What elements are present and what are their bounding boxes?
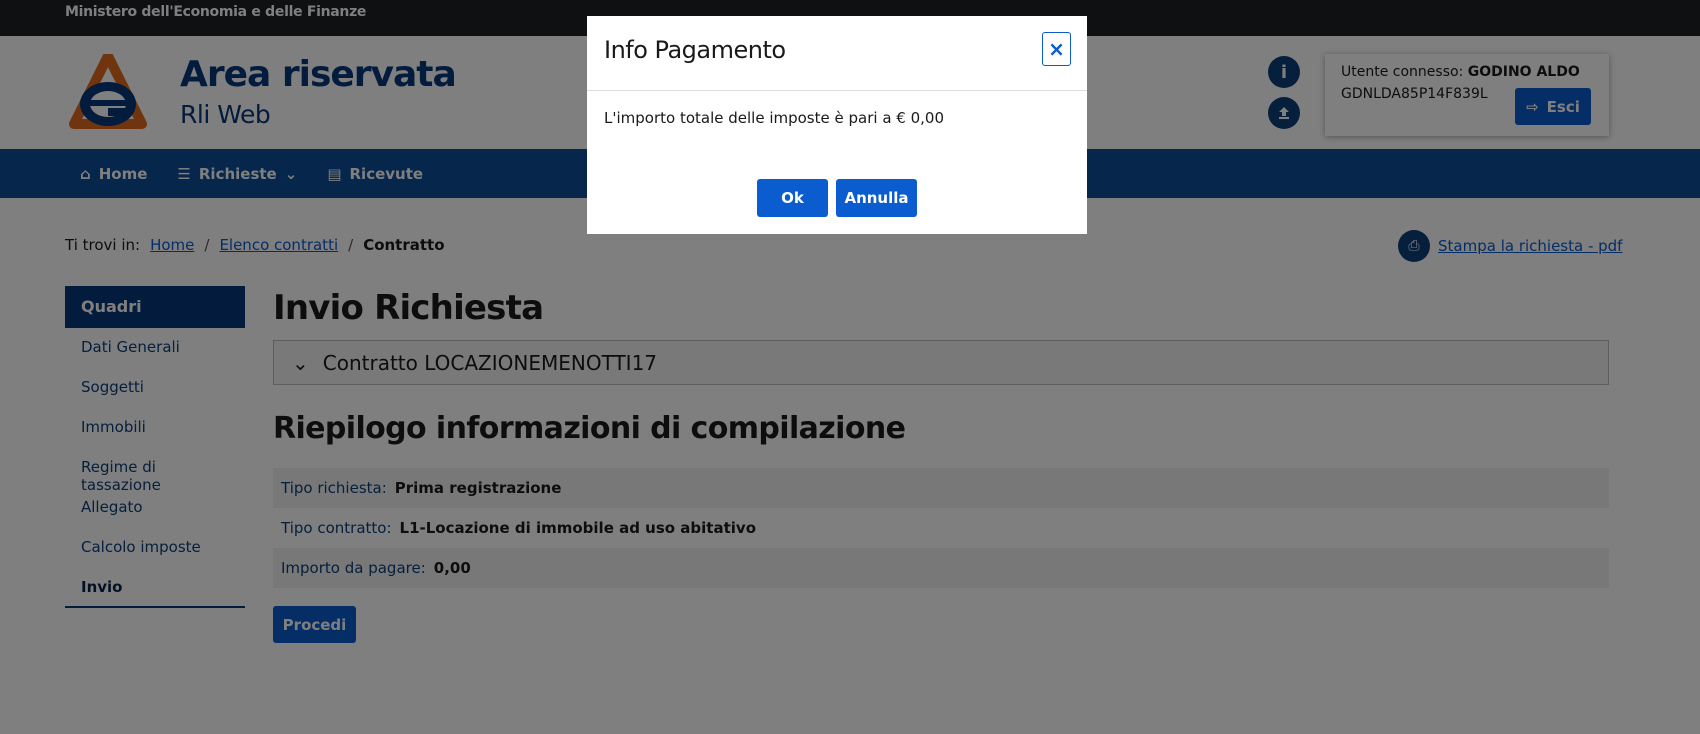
dialog-title: Info Pagamento [604, 36, 786, 64]
close-icon: × [1048, 37, 1065, 61]
cancel-button[interactable]: Annulla [836, 179, 917, 217]
dialog-header: Info Pagamento × [587, 16, 1087, 91]
close-button[interactable]: × [1042, 32, 1071, 66]
dialog-footer: Ok Annulla [587, 179, 1087, 217]
ok-button[interactable]: Ok [757, 179, 828, 217]
dialog-message: L'importo totale delle imposte è pari a … [604, 109, 944, 127]
payment-info-dialog: Info Pagamento × L'importo totale delle … [587, 16, 1087, 234]
